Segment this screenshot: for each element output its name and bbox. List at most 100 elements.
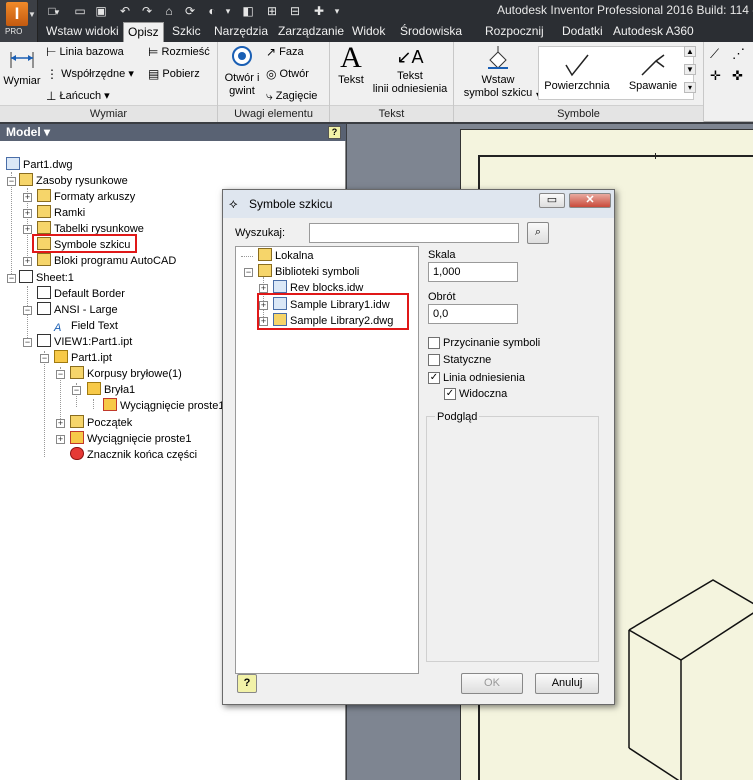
expand-icon[interactable]: + (23, 193, 32, 202)
browser-help-icon[interactable]: ? (328, 126, 341, 139)
pobierz-button[interactable]: ▤ Pobierz (148, 67, 200, 81)
wymiar-button[interactable]: Wymiar (2, 46, 42, 87)
application-menu-button[interactable]: I PRO ▼ (0, 0, 38, 42)
undo-icon[interactable]: ↶ (117, 3, 133, 19)
new-dropdown-icon[interactable]: ▾ (52, 4, 62, 20)
rotation-input[interactable]: 0,0 (428, 304, 518, 324)
measure-icon[interactable]: ⊞ (264, 3, 280, 19)
gallery-expand-icon[interactable]: ▾ (684, 82, 696, 93)
symbol-gallery[interactable]: Powierzchnia Spawanie (538, 46, 694, 100)
tree-node-formaty-arkuszy[interactable]: Formaty arkuszy (37, 189, 135, 205)
sketch-dashed-icon[interactable]: ⋰ (732, 46, 745, 62)
preview-label: Podgląd (435, 411, 480, 423)
ok-button[interactable]: OK (461, 673, 523, 694)
tree-node-field-text[interactable]: A Field Text (54, 318, 118, 334)
widoczna-checkbox[interactable]: ✓ (444, 388, 456, 400)
tab-dodatki[interactable]: Dodatki (558, 22, 607, 42)
select-dropdown-icon[interactable]: ▾ (223, 3, 233, 19)
tab-rozpocznij[interactable]: Rozpocznij (481, 22, 548, 42)
tree-node-ansi-large[interactable]: ANSI - Large (37, 302, 118, 318)
collapse-icon[interactable]: − (72, 386, 81, 395)
statyczne-checkbox[interactable] (428, 354, 440, 366)
faza-button[interactable]: ↗ Faza (266, 45, 304, 59)
linia-odniesienia-checkbox[interactable]: ✓ (428, 372, 440, 384)
otwor-button[interactable]: ◎ Otwór (266, 67, 309, 81)
expand-icon[interactable]: + (259, 284, 268, 293)
tree-node-wyciagniecie-proste1-body[interactable]: Wyciągnięcie proste1 (103, 398, 224, 414)
minimize-icon[interactable]: ▭ (539, 193, 565, 208)
tree-node-wyciagniecie-proste1[interactable]: Wyciągnięcie proste1 (70, 431, 191, 447)
tree-node-bryla1[interactable]: Bryła1 (87, 382, 135, 398)
cancel-button[interactable]: Anuluj (535, 673, 599, 694)
expand-icon[interactable]: + (23, 257, 32, 266)
collapse-icon[interactable]: − (7, 177, 16, 186)
expand-icon[interactable]: + (56, 435, 65, 444)
symbol-library-tree[interactable]: Lokalna − Biblioteki symboli + Rev block… (235, 246, 419, 674)
search-input[interactable] (309, 223, 519, 243)
expand-icon[interactable]: + (23, 209, 32, 218)
przycinanie-checkbox[interactable] (428, 337, 440, 349)
customize-dropdown-icon[interactable]: ▾ (332, 3, 342, 19)
centerline-icon[interactable]: ✜ (732, 68, 743, 84)
tree-node-bloki-autocad[interactable]: Bloki programu AutoCAD (37, 253, 176, 269)
redo-icon[interactable]: ↷ (139, 3, 155, 19)
tree-node-korpusy-brylowe[interactable]: Korpusy bryłowe(1) (70, 366, 182, 382)
tree-node-default-border[interactable]: Default Border (37, 286, 125, 302)
centermark-icon[interactable]: ✛ (710, 68, 721, 84)
gallery-scroll-down-icon[interactable]: ▼ (684, 64, 696, 75)
dialog-help-icon[interactable]: ? (237, 674, 257, 693)
tree-node-part1-dwg[interactable]: Part1.dwg (6, 157, 73, 173)
tree-node-biblioteki-symboli[interactable]: Biblioteki symboli (258, 264, 359, 280)
tab-autodesk-a360[interactable]: Autodesk A360 (609, 22, 698, 42)
wstaw-symbol-szkicu-button[interactable]: Wstaw symbol szkicu (458, 44, 538, 100)
tree-node-label: Korpusy bryłowe(1) (87, 368, 182, 380)
color-icon[interactable]: ◧ (240, 3, 256, 19)
open-icon[interactable]: ▭ (72, 3, 88, 19)
tab-srodowiska[interactable]: Środowiska (396, 22, 466, 42)
tab-zarzadzanie[interactable]: Zarządzanie (274, 22, 348, 42)
tab-opisz[interactable]: Opisz (123, 22, 164, 42)
tab-wstaw-widoki[interactable]: Wstaw widoki (42, 22, 123, 42)
otwor-i-gwint-button[interactable]: Otwór i gwint (220, 44, 264, 98)
collapse-icon[interactable]: − (56, 370, 65, 379)
wspolrzedne-button[interactable]: ⋮ Współrzędne ▾ (46, 67, 134, 81)
tab-widok[interactable]: Widok (348, 22, 389, 42)
tree-node-ramki[interactable]: Ramki (37, 205, 85, 221)
expand-icon[interactable]: + (56, 419, 65, 428)
linia-bazowa-button[interactable]: ⊢ Linia bazowa (46, 45, 124, 59)
search-button[interactable]: ⌕ (527, 222, 549, 244)
tab-szkic[interactable]: Szkic (168, 22, 205, 42)
ipt-icon[interactable]: ⊟ (287, 3, 303, 19)
tree-node-znacznik-konca[interactable]: Znacznik końca części (70, 447, 197, 463)
home-icon[interactable]: ⌂ (161, 3, 177, 19)
browser-header[interactable]: Model ▾ (0, 124, 346, 141)
update-icon[interactable]: ⟳ (182, 3, 198, 19)
tree-node-view1[interactable]: VIEW1:Part1.ipt (37, 334, 132, 350)
collapse-icon[interactable]: − (23, 306, 32, 315)
lancuch-button[interactable]: ⊥ Łańcuch ▾ (46, 89, 110, 103)
select-icon[interactable]: ◐ (204, 3, 220, 19)
tree-node-zasoby-rysunkowe[interactable]: Zasoby rysunkowe (19, 173, 128, 189)
tekst-linii-odniesienia-button[interactable]: ↙A Tekst linii odniesienia (370, 44, 450, 96)
collapse-icon[interactable]: − (40, 354, 49, 363)
zagiecie-button[interactable]: ⤷ Zagięcie (266, 89, 317, 103)
scale-input[interactable]: 1,000 (428, 262, 518, 282)
tree-node-lokalna[interactable]: Lokalna (258, 248, 314, 264)
collapse-icon[interactable]: − (7, 274, 16, 283)
collapse-icon[interactable]: − (244, 268, 253, 277)
tab-narzedzia[interactable]: Narzędzia (210, 22, 272, 42)
tree-node-part1-ipt[interactable]: Part1.ipt (54, 350, 112, 366)
tree-node-sheet-1[interactable]: Sheet:1 (19, 270, 74, 286)
rozmiesc-button[interactable]: ⊨ Rozmieść (148, 45, 210, 59)
tree-node-poczatek[interactable]: Początek (70, 415, 132, 431)
save-icon[interactable]: ▣ (93, 3, 109, 19)
collapse-icon[interactable]: − (23, 338, 32, 347)
gallery-scroll-up-icon[interactable]: ▲ (684, 46, 696, 57)
close-icon[interactable]: ✕ (569, 193, 611, 208)
add-icon[interactable]: ✚ (311, 3, 327, 19)
expand-icon[interactable]: + (23, 225, 32, 234)
powierzchnia-button[interactable]: Powierzchnia (541, 51, 613, 92)
sketch-line-icon[interactable]: ⟋ (710, 46, 719, 62)
tekst-button[interactable]: A Tekst (334, 42, 368, 87)
spawanie-button[interactable]: Spawanie (617, 51, 689, 92)
